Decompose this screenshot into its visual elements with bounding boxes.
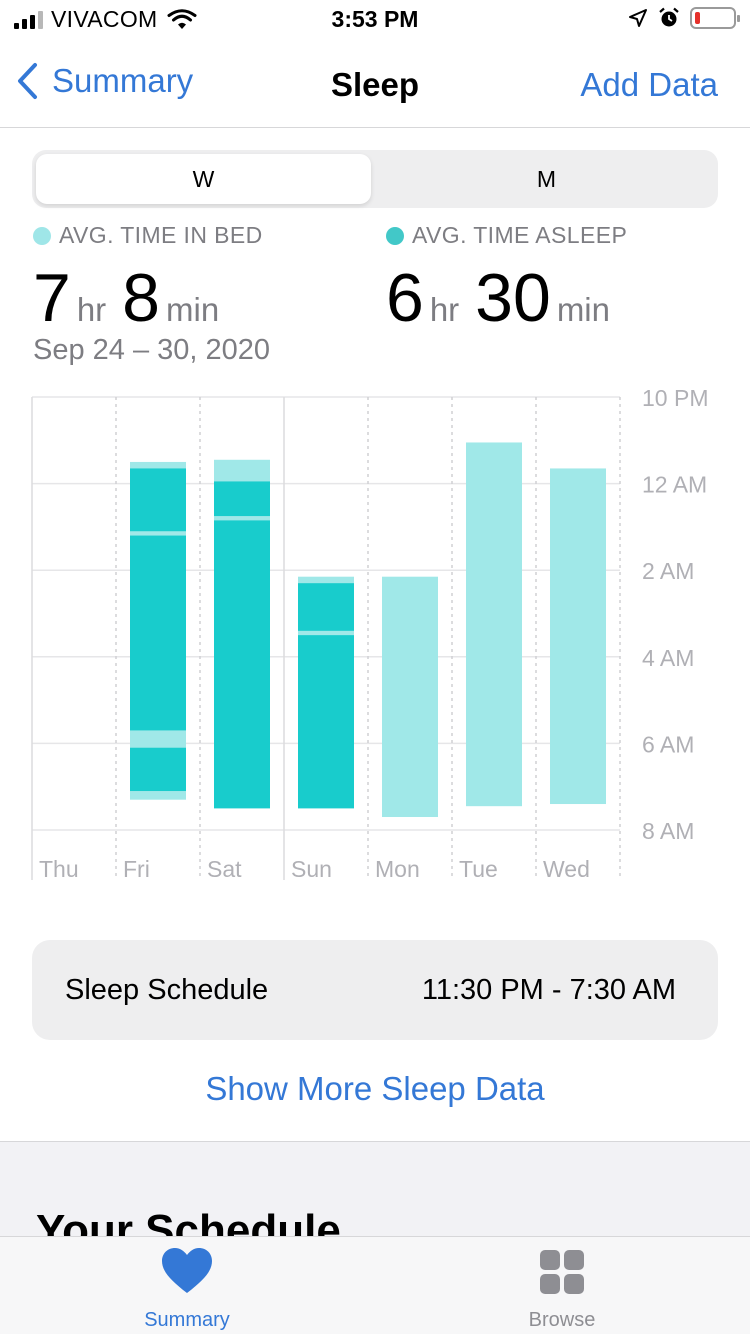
y-tick-label: 12 AM <box>642 472 707 498</box>
asleep-legend-dot <box>386 226 404 245</box>
in-bed-minutes: 8 <box>122 260 160 336</box>
in-bed-bar <box>550 468 606 805</box>
sleep-schedule-label: Sleep Schedule <box>65 974 269 1006</box>
x-tick-label: Mon <box>375 856 420 882</box>
segment-month[interactable]: M <box>379 154 714 204</box>
avg-time-asleep: AVG. TIME ASLEEP 6 hr 30 min <box>386 222 627 337</box>
asleep-minutes-unit: min <box>556 291 610 328</box>
in-bed-bar <box>382 576 438 818</box>
add-data-button[interactable]: Add Data <box>580 66 718 104</box>
status-right <box>628 7 740 29</box>
y-tick-label: 2 AM <box>642 558 694 584</box>
y-tick-label: 4 AM <box>642 645 694 671</box>
heart-icon <box>162 1248 212 1293</box>
in-bed-hours: 7 <box>33 260 71 336</box>
nav-bar: Summary Sleep Add Data <box>0 44 750 128</box>
period-segmented-control: W M <box>32 150 718 208</box>
show-more-sleep-data-link[interactable]: Show More Sleep Data <box>0 1070 750 1108</box>
schedule-section: Your Schedule <box>0 1141 750 1241</box>
x-tick-label: Sun <box>291 856 332 882</box>
avg-time-in-bed: AVG. TIME IN BED 7 hr 8 min <box>33 222 263 337</box>
location-icon <box>629 9 647 27</box>
asleep-bar-segment <box>130 535 186 731</box>
segment-week[interactable]: W <box>36 154 371 204</box>
x-tick-label: Sat <box>207 856 242 882</box>
asleep-bar-segment <box>214 481 270 517</box>
asleep-bar-segment <box>298 583 354 631</box>
x-tick-label: Tue <box>459 856 498 882</box>
y-tick-label: 6 AM <box>642 731 694 757</box>
in-bed-bar <box>466 442 522 807</box>
in-bed-minutes-unit: min <box>166 291 220 328</box>
x-tick-label: Wed <box>543 856 590 882</box>
asleep-hours: 6 <box>386 260 424 336</box>
sleep-chart[interactable]: 10 PM 12 AM 2 AM 4 AM 6 AM 8 AM Thu Fri Sat Sun Mo… <box>0 380 750 890</box>
asleep-bar-segment <box>214 520 270 809</box>
grid-icon <box>540 1250 584 1294</box>
asleep-bar-segment <box>130 747 186 792</box>
alarm-icon <box>659 7 679 27</box>
tab-browse[interactable]: Browse <box>482 1247 642 1332</box>
date-range: Sep 24 – 30, 2020 <box>33 334 271 366</box>
asleep-hours-unit: hr <box>429 291 460 328</box>
x-tick-label: Fri <box>123 856 150 882</box>
x-tick-label: Thu <box>39 856 79 882</box>
in-bed-label: AVG. TIME IN BED <box>59 222 263 248</box>
y-tick-label: 10 PM <box>642 385 708 411</box>
status-bar: VIVACOM 3:53 PM <box>0 0 750 40</box>
sleep-schedule-value: 11:30 PM - 7:30 AM <box>421 974 676 1006</box>
asleep-bar-segment <box>298 635 354 809</box>
tab-summary-label: Summary <box>144 1309 230 1331</box>
battery-icon <box>690 7 740 29</box>
tab-bar: Summary Browse <box>0 1236 750 1334</box>
asleep-label: AVG. TIME ASLEEP <box>412 222 628 248</box>
asleep-bar-segment <box>130 468 186 532</box>
asleep-minutes: 30 <box>475 260 551 336</box>
in-bed-legend-dot <box>33 226 51 245</box>
in-bed-hours-unit: hr <box>76 291 107 328</box>
y-tick-label: 8 AM <box>642 818 694 844</box>
sleep-schedule-card[interactable]: Sleep Schedule 11:30 PM - 7:30 AM <box>32 940 718 1040</box>
tab-browse-label: Browse <box>528 1309 596 1331</box>
tab-summary[interactable]: Summary <box>107 1247 267 1332</box>
